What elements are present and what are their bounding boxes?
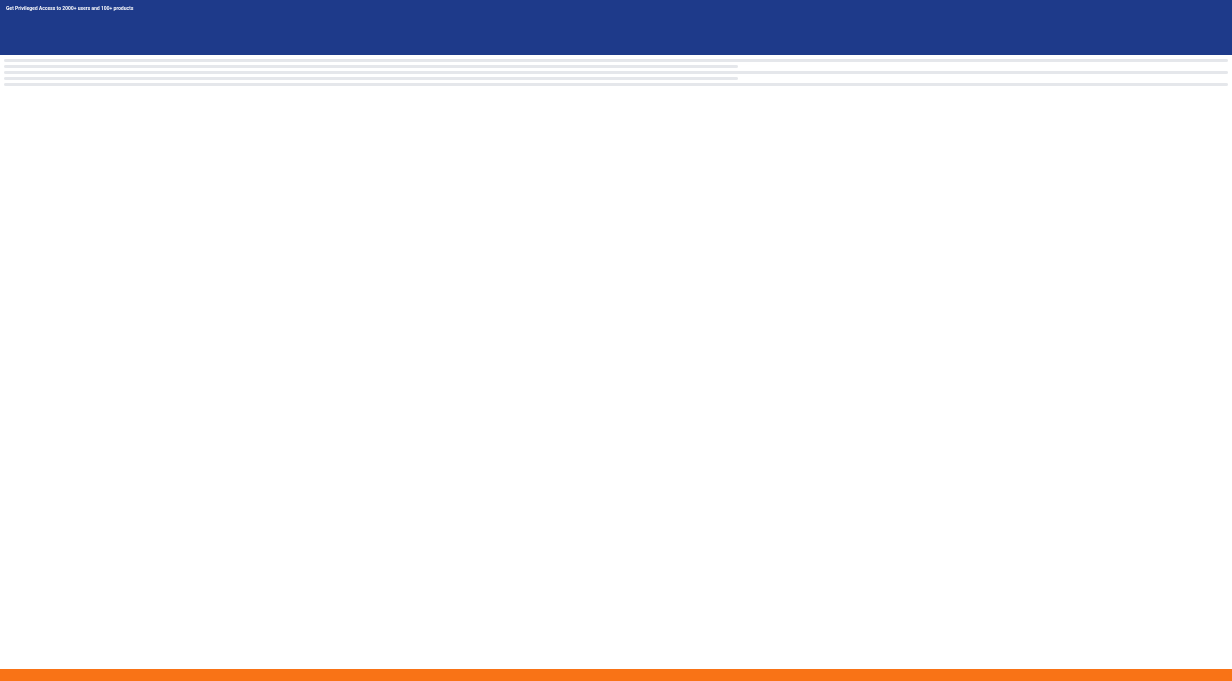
template-thumbnail: Get Privileged Access to 2000+ users and… bbox=[24, 228, 164, 398]
template-content: Get Privileged Access to 2000+ users and… bbox=[24, 228, 1208, 398]
thumb-body bbox=[24, 228, 164, 398]
main-content: Template: Livewire One Step Last Edited:… bbox=[0, 173, 1232, 667]
thumb-visual: Get Privileged Access to 2000+ users and… bbox=[24, 228, 164, 398]
